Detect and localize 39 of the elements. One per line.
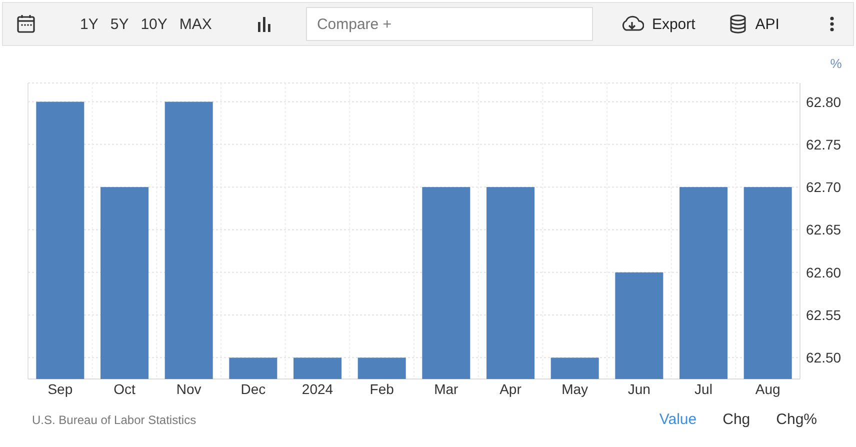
range-button[interactable]: 5Y	[104, 16, 135, 32]
axis-label: May	[562, 381, 588, 397]
unit-label: %	[830, 56, 842, 71]
axis-label: Feb	[370, 381, 394, 397]
axis-label: 62.60	[806, 264, 842, 280]
axis-label: Oct	[114, 381, 136, 397]
axis-label: 62.55	[806, 307, 842, 324]
axis-label: 62.65	[806, 222, 842, 238]
compare-field[interactable]: Compare +	[306, 7, 593, 41]
export-button[interactable]: Export	[620, 15, 696, 33]
axis-label: Nov	[176, 381, 202, 397]
axis-label: 62.75	[806, 136, 842, 152]
calendar-icon[interactable]	[16, 14, 36, 34]
range-button[interactable]: MAX	[173, 16, 218, 32]
bar	[229, 358, 278, 379]
axis-label: Dec	[240, 381, 266, 397]
axis-label: 62.50	[806, 350, 842, 366]
axis-label: Jun	[628, 381, 650, 397]
range-button[interactable]: 1Y	[74, 16, 104, 32]
cloud-download-icon	[620, 15, 644, 33]
view-tab[interactable]: Chg%	[776, 411, 817, 428]
database-icon	[729, 14, 748, 34]
axis-label: Jul	[694, 381, 712, 397]
axis-label: 62.80	[806, 94, 842, 110]
axis-label: Aug	[755, 381, 780, 397]
api-button[interactable]: API	[729, 14, 780, 34]
bar	[358, 358, 406, 379]
axis-label: 62.70	[806, 179, 842, 196]
bar-chart-icon[interactable]	[256, 16, 272, 32]
axis-label: Sep	[48, 381, 73, 397]
more-icon[interactable]	[829, 16, 835, 32]
source-label: U.S. Bureau of Labor Statistics	[32, 412, 196, 426]
bar	[294, 358, 342, 379]
range-button[interactable]: 10Y	[134, 16, 174, 32]
axis-label: 2024	[302, 381, 334, 397]
axis-label: Mar	[434, 381, 458, 397]
bar	[550, 358, 599, 379]
view-tab[interactable]: Chg	[722, 411, 750, 428]
axis-label: Apr	[500, 381, 522, 397]
